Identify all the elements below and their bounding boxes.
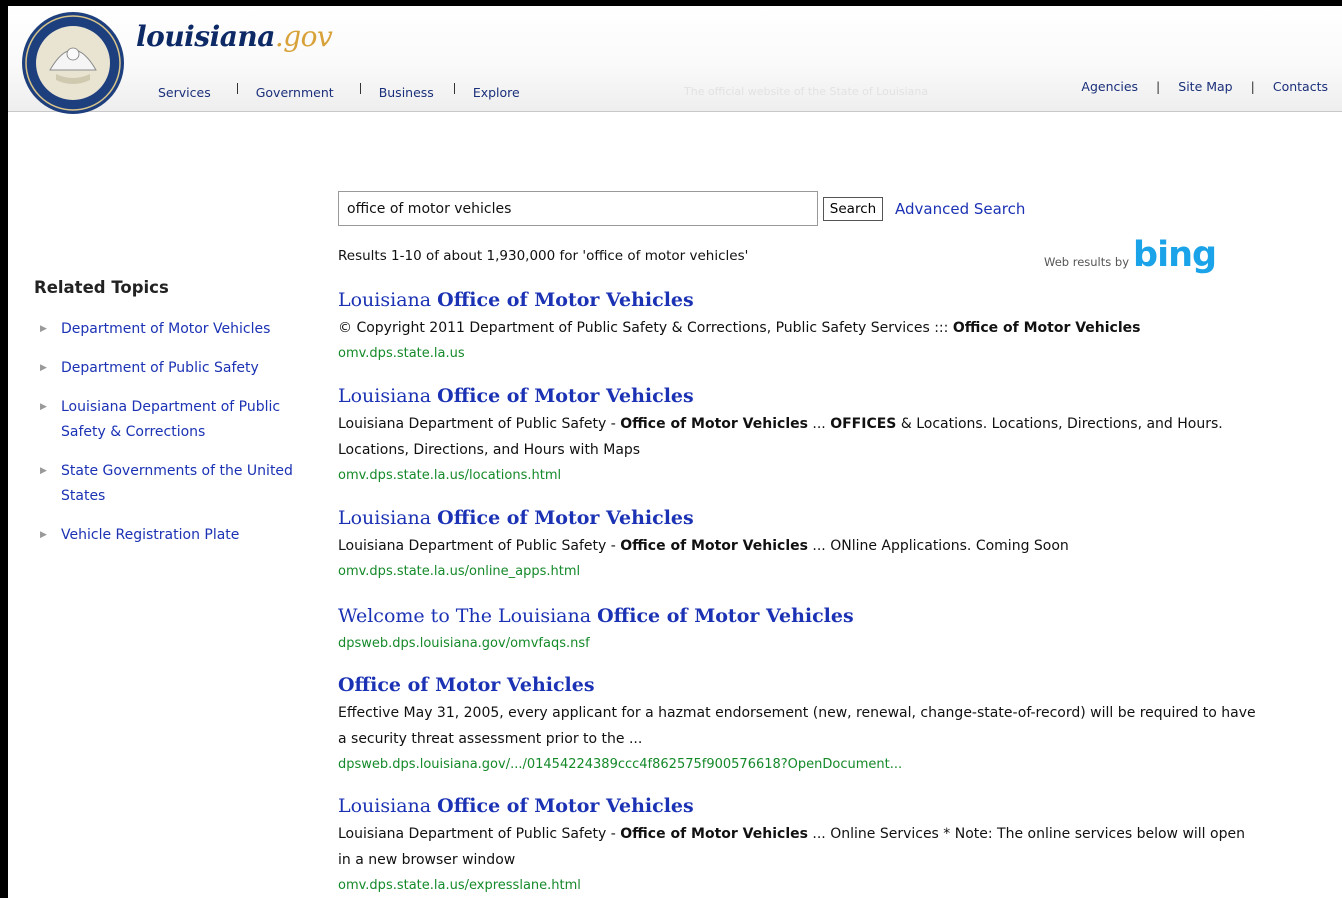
nav-government[interactable]: Government — [256, 85, 334, 100]
bullet-triangle-icon: ▶ — [40, 466, 47, 476]
utility-nav: Agencies | Site Map | Contacts — [1081, 79, 1328, 94]
snippet-highlight: Office of Motor Vehicles — [620, 538, 808, 554]
result-title-highlight: Office of Motor Vehicles — [437, 507, 694, 529]
result-title-highlight: Office of Motor Vehicles — [597, 605, 854, 627]
snippet-text: ... — [807, 416, 831, 432]
result-title-text: Louisiana — [338, 289, 438, 311]
bullet-triangle-icon: ▶ — [40, 324, 47, 334]
result-title-link[interactable]: Welcome to The Louisiana Office of Motor… — [338, 604, 1258, 628]
result-url[interactable]: omv.dps.state.la.us/locations.html — [338, 463, 1258, 488]
result-snippet: Louisiana Department of Public Safety - … — [338, 821, 1258, 873]
search-result: Office of Motor Vehicles Effective May 31… — [338, 673, 1258, 777]
main-nav: Services Government Business Explore — [158, 83, 520, 100]
related-topics-panel: Related Topics ▶ Department of Motor Veh… — [34, 278, 314, 562]
louisiana-gov-logo[interactable]: louisiana.gov — [136, 20, 333, 53]
related-topic-item: ▶ State Governments of the United States — [34, 459, 314, 509]
result-snippet: Louisiana Department of Public Safety - … — [338, 533, 1258, 559]
search-result: Louisiana Office of Motor Vehicles Louisi… — [338, 384, 1258, 488]
bullet-triangle-icon: ▶ — [40, 402, 47, 412]
snippet-text: Louisiana Department of Public Safety - — [338, 826, 621, 842]
result-url[interactable]: omv.dps.state.la.us/expresslane.html — [338, 873, 1258, 898]
result-count: Results 1-10 of about 1,930,000 for 'off… — [338, 248, 749, 264]
result-title-link[interactable]: Louisiana Office of Motor Vehicles — [338, 794, 1258, 818]
search-input[interactable] — [338, 191, 818, 226]
result-title-highlight: Office of Motor Vehicles — [437, 385, 694, 407]
nav-separator — [359, 83, 361, 94]
related-topic-item: ▶ Louisiana Department of Public Safety … — [34, 395, 314, 445]
search-button[interactable]: Search — [823, 197, 883, 221]
bing-attribution[interactable]: Web results by bing — [1044, 235, 1217, 275]
attribution-text: Web results by — [1044, 255, 1130, 269]
snippet-text: © Copyright 2011 Department of Public Sa… — [338, 320, 953, 336]
browser-page: louisiana.gov Services Government Busine… — [8, 6, 1342, 898]
snippet-highlight: Office of Motor Vehicles — [952, 320, 1141, 336]
related-topics-heading: Related Topics — [34, 278, 169, 297]
bullet-triangle-icon: ▶ — [40, 363, 47, 373]
related-topic-item: ▶ Department of Public Safety — [34, 356, 314, 381]
nav-separator — [453, 83, 455, 94]
advanced-search-link[interactable]: Advanced Search — [895, 200, 1025, 218]
result-url[interactable]: dpsweb.dps.louisiana.gov/.../01454224389… — [338, 752, 1258, 777]
result-snippet: Louisiana Department of Public Safety - … — [338, 411, 1258, 463]
nav-business[interactable]: Business — [379, 85, 434, 100]
contacts-link[interactable]: Contacts — [1273, 79, 1328, 94]
logo-suffix: .gov — [274, 20, 333, 53]
bullet-triangle-icon: ▶ — [40, 530, 47, 540]
bing-logo: bing — [1133, 235, 1217, 275]
result-snippet: © Copyright 2011 Department of Public Sa… — [338, 315, 1258, 341]
snippet-text: Effective May 31, 2005, every applicant … — [338, 705, 1256, 747]
result-snippet: Effective May 31, 2005, every applicant … — [338, 700, 1258, 752]
related-topic-link[interactable]: Vehicle Registration Plate — [61, 523, 311, 548]
snippet-highlight: Office of Motor Vehicles — [620, 826, 808, 842]
search-result: Welcome to The Louisiana Office of Motor… — [338, 604, 1258, 656]
result-title-highlight: Office of Motor Vehicles — [437, 289, 694, 311]
snippet-highlight: Office of Motor Vehicles — [620, 416, 808, 432]
search-result: Louisiana Office of Motor Vehicles Louisi… — [338, 794, 1258, 898]
result-title-link[interactable]: Office of Motor Vehicles — [338, 673, 1258, 697]
related-topic-link[interactable]: Department of Motor Vehicles — [61, 317, 311, 342]
site-header: louisiana.gov Services Government Busine… — [8, 6, 1342, 114]
state-seal-logo[interactable] — [20, 10, 126, 116]
search-result: Louisiana Office of Motor Vehicles Louisi… — [338, 506, 1258, 584]
related-topic-link[interactable]: State Governments of the United States — [61, 459, 311, 509]
result-url[interactable]: omv.dps.state.la.us/online_apps.html — [338, 559, 1258, 584]
related-topic-item: ▶ Department of Motor Vehicles — [34, 317, 314, 342]
result-title-text: Louisiana — [338, 385, 438, 407]
utility-separator: | — [1156, 79, 1161, 94]
site-tagline: The official website of the State of Lou… — [684, 85, 929, 98]
related-topic-link[interactable]: Department of Public Safety — [61, 356, 311, 381]
snippet-text: Louisiana Department of Public Safety - — [338, 538, 621, 554]
result-title-link[interactable]: Louisiana Office of Motor Vehicles — [338, 506, 1258, 530]
snippet-text: ... ONline Applications. Coming Soon — [807, 538, 1069, 554]
snippet-highlight: OFFICES — [830, 416, 897, 432]
result-url[interactable]: dpsweb.dps.louisiana.gov/omvfaqs.nsf — [338, 631, 1258, 656]
agencies-link[interactable]: Agencies — [1081, 79, 1138, 94]
result-title-text: Louisiana — [338, 795, 438, 817]
search-result: Louisiana Office of Motor Vehicles © Copy… — [338, 288, 1258, 366]
nav-separator — [236, 83, 238, 94]
related-topic-item: ▶ Vehicle Registration Plate — [34, 523, 314, 548]
logo-text: louisiana — [136, 20, 275, 53]
snippet-text: Louisiana Department of Public Safety - — [338, 416, 621, 432]
result-title-highlight: Office of Motor Vehicles — [437, 795, 694, 817]
result-title-text: Welcome to The Louisiana — [338, 605, 598, 627]
result-title-text: Louisiana — [338, 507, 438, 529]
result-title-highlight: Office of Motor Vehicles — [338, 674, 595, 696]
result-url[interactable]: omv.dps.state.la.us — [338, 341, 1258, 366]
nav-explore[interactable]: Explore — [473, 85, 520, 100]
result-title-link[interactable]: Louisiana Office of Motor Vehicles — [338, 288, 1258, 312]
nav-services[interactable]: Services — [158, 85, 211, 100]
utility-separator: | — [1250, 79, 1255, 94]
site-map-link[interactable]: Site Map — [1178, 79, 1232, 94]
related-topic-link[interactable]: Louisiana Department of Public Safety & … — [61, 395, 311, 445]
result-title-link[interactable]: Louisiana Office of Motor Vehicles — [338, 384, 1258, 408]
